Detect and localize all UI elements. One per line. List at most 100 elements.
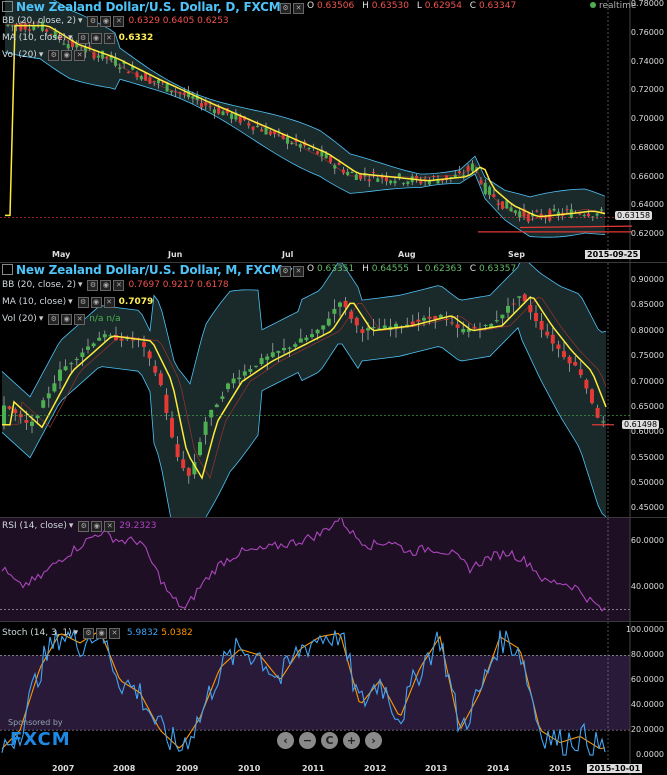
axis-tick-label: 0.68000 xyxy=(630,142,664,152)
hide-icon[interactable]: ◉ xyxy=(61,50,73,61)
settings-icon[interactable]: ⚙ xyxy=(280,266,291,277)
rsi-background xyxy=(0,518,630,621)
candle-body xyxy=(450,322,454,324)
candle-body xyxy=(287,347,292,349)
candle-body xyxy=(587,213,590,217)
collapse-icon[interactable] xyxy=(2,264,13,275)
hide-icon[interactable]: ◉ xyxy=(91,521,103,532)
delete-icon[interactable]: ✕ xyxy=(74,50,86,61)
axis-tick-label: 0.76000 xyxy=(630,27,664,37)
scroll-left-button[interactable]: ‹ xyxy=(277,732,294,749)
candle-body xyxy=(346,171,350,176)
delete-icon[interactable]: ✕ xyxy=(103,33,115,44)
collapse-icon[interactable] xyxy=(2,1,13,12)
daily-vol-legend[interactable]: Vol (20) ▾ ⚙ ◉ ✕ xyxy=(2,50,86,61)
settings-icon[interactable]: ⚙ xyxy=(78,521,90,532)
candle-body xyxy=(102,334,107,338)
candle-body xyxy=(298,144,302,148)
daily-time-axis[interactable]: May Jun Jul Aug Sep xyxy=(0,249,630,261)
daily-ohlc: O 0.63506 H 0.63530 L 0.62954 C 0.63347 xyxy=(307,1,517,11)
candle-body xyxy=(341,169,345,174)
candle-body xyxy=(479,180,483,184)
candle-body xyxy=(506,305,510,313)
candle-body xyxy=(472,327,477,329)
hide-icon[interactable]: ◉ xyxy=(90,297,102,308)
stoch-lines xyxy=(0,622,631,775)
stoch-legend[interactable]: Stoch (14, 3, 1) ▾ ⚙ ◉ ✕ 5.9832 5.0382 xyxy=(2,628,193,639)
time-axis-label: 2014 xyxy=(487,764,510,773)
candle-body xyxy=(178,92,182,94)
candle-body xyxy=(494,320,499,322)
settings-icon[interactable]: ⚙ xyxy=(280,3,291,14)
candle-body xyxy=(511,303,516,305)
delete-icon[interactable]: ✕ xyxy=(103,297,115,308)
candle-body xyxy=(80,352,85,358)
hide-icon[interactable]: ◉ xyxy=(61,314,73,325)
monthly-ma-legend[interactable]: MA (10, close) ▾ ⚙ ◉ ✕ 0.7079 xyxy=(2,297,153,308)
candle-body xyxy=(528,304,533,313)
delete-icon[interactable]: ✕ xyxy=(109,628,121,639)
delete-icon[interactable]: ✕ xyxy=(113,280,125,291)
candle-body xyxy=(349,311,354,319)
monthly-bb-legend[interactable]: BB (20, close, 2) ▾ ⚙ ◉ ✕ 0.7697 0.9217 0.61… xyxy=(2,280,229,291)
daily-chart-panel[interactable]: New Zealand Dollar/U.S. Dollar, D, FXCM … xyxy=(0,0,667,262)
monthly-chart-panel[interactable]: New Zealand Dollar/U.S. Dollar, M, FXCM … xyxy=(0,263,667,517)
candle-body xyxy=(35,415,40,419)
axis-tick-label: 0.50000 xyxy=(630,478,664,488)
time-axis-label: May xyxy=(52,250,71,259)
daily-ma-legend[interactable]: MA (10, close) ▾ ⚙ ◉ ✕ 0.6332 xyxy=(2,33,153,44)
daily-settings-buttons[interactable]: ⚙ ✕ xyxy=(278,2,304,14)
monthly-vol-legend[interactable]: Vol (20) ▾ ⚙ ◉ ✕ n/a n/a xyxy=(2,314,121,325)
rsi-panel[interactable]: RSI (14, close) ▾ ⚙ ◉ ✕ 29.2323 60.0000 40.00… xyxy=(0,518,667,621)
hide-icon[interactable]: ◉ xyxy=(96,628,108,639)
monthly-price-axis[interactable]: 0.90000 0.85000 0.80000 0.75000 0.70000 0.650… xyxy=(631,263,667,517)
candle-body xyxy=(496,203,500,205)
candle-body xyxy=(254,365,258,367)
stoch-axis[interactable]: 100.0000 80.0000 60.0000 40.0000 20.0000 0.00… xyxy=(626,622,667,775)
monthly-time-axis[interactable]: 2007 2008 2009 2010 2011 2012 2013 2014 2015 xyxy=(0,763,630,775)
candle-body xyxy=(152,80,156,82)
candle-body xyxy=(7,406,12,409)
settings-icon[interactable]: ⚙ xyxy=(87,16,99,27)
daily-bb-legend[interactable]: BB (20, close, 2) ▾ ⚙ ◉ ✕ 0.6329 0.6405 0.62… xyxy=(2,16,229,27)
axis-tick-label: 40.0000 xyxy=(630,581,664,591)
axis-tick-label: 0.70000 xyxy=(630,376,664,386)
candle-body xyxy=(599,209,603,211)
monthly-settings-buttons[interactable]: ⚙ ✕ xyxy=(278,265,304,277)
monthly-title[interactable]: New Zealand Dollar/U.S. Dollar, M, FXCM … xyxy=(2,263,292,277)
zoom-out-button[interactable]: − xyxy=(299,732,316,749)
reset-button[interactable]: C xyxy=(321,732,338,749)
daily-price-axis[interactable]: 0.78000 0.76000 0.74000 0.72000 0.70000 0.680… xyxy=(631,0,667,262)
candle-body xyxy=(2,405,6,425)
fxcm-logo[interactable]: FXCM xyxy=(10,729,71,750)
hide-icon[interactable]: ◉ xyxy=(100,280,112,291)
candle-body xyxy=(307,147,311,149)
rsi-legend[interactable]: RSI (14, close) ▾ ⚙ ◉ ✕ 29.2323 xyxy=(2,521,156,532)
stoch-panel[interactable]: Stoch (14, 3, 1) ▾ ⚙ ◉ ✕ 5.9832 5.0382 100.… xyxy=(0,622,667,775)
candle-body xyxy=(509,207,513,212)
settings-icon[interactable]: ⚙ xyxy=(87,280,99,291)
hide-icon[interactable]: ◉ xyxy=(90,33,102,44)
settings-icon[interactable]: ⚙ xyxy=(48,314,60,325)
candle-body xyxy=(248,369,253,372)
delete-icon[interactable]: ✕ xyxy=(74,314,86,325)
zoom-in-button[interactable]: + xyxy=(343,732,360,749)
settings-icon[interactable]: ⚙ xyxy=(77,33,89,44)
settings-icon[interactable]: ⚙ xyxy=(77,297,89,308)
candle-body xyxy=(268,131,272,135)
hide-icon[interactable]: ◉ xyxy=(100,16,112,27)
delete-icon[interactable]: ✕ xyxy=(104,521,116,532)
scroll-right-button[interactable]: › xyxy=(365,732,382,749)
rsi-axis[interactable]: 60.0000 40.0000 xyxy=(631,518,667,621)
candle-body xyxy=(276,351,281,353)
candle-body xyxy=(97,337,102,341)
candle-body xyxy=(329,156,332,163)
settings-icon[interactable]: ⚙ xyxy=(83,628,95,639)
delete-icon[interactable]: ✕ xyxy=(113,16,125,27)
candle-body xyxy=(58,369,62,381)
candle-body xyxy=(354,317,359,326)
candle-body xyxy=(565,209,569,211)
settings-icon[interactable]: ⚙ xyxy=(48,50,60,61)
daily-title[interactable]: New Zealand Dollar/U.S. Dollar, D, FXCM … xyxy=(2,0,291,14)
candle-body xyxy=(259,358,264,365)
